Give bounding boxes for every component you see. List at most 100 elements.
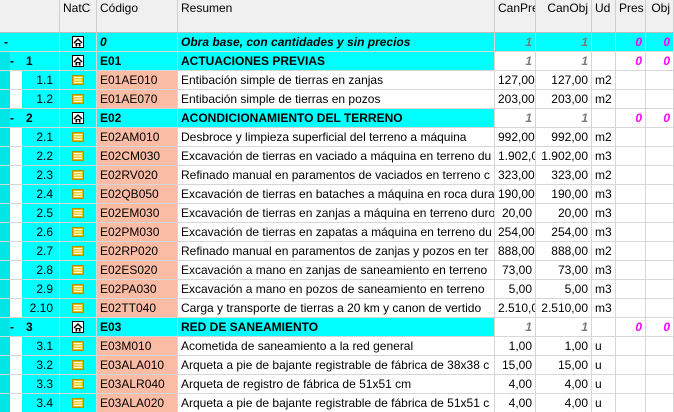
table-row[interactable]: 2.1 E02AM010 Desbroce y limpieza superfici… (0, 128, 674, 147)
ud-cell[interactable] (592, 33, 616, 52)
table-row[interactable]: 2.9 E02PA030 Excavación a mano en pozos de… (0, 280, 674, 299)
code-cell[interactable]: E02 (97, 109, 178, 128)
canobj-cell[interactable]: 1,00 (536, 337, 592, 356)
canobj-cell[interactable]: 190,00 (536, 185, 592, 204)
code-cell[interactable]: E03 (97, 318, 178, 337)
collapse-icon[interactable]: - (10, 109, 14, 127)
pres-cell[interactable] (616, 375, 646, 394)
ud-cell[interactable] (592, 318, 616, 337)
tree-cell[interactable]: 2.3 (0, 166, 60, 185)
resumen-cell[interactable]: Excavación de tierras en bataches a máqu… (178, 185, 495, 204)
obj-cell[interactable] (646, 337, 674, 356)
canpres-cell[interactable]: 1.902,00 (495, 147, 536, 166)
obj-cell[interactable]: 0 (646, 33, 674, 52)
pres-cell[interactable] (616, 394, 646, 412)
header-resumen[interactable]: Resumen (178, 0, 495, 33)
canobj-cell[interactable]: 4,00 (536, 394, 592, 412)
obj-cell[interactable] (646, 71, 674, 90)
canpres-cell[interactable]: 73,00 (495, 261, 536, 280)
table-row[interactable]: 2.8 E02ES020 Excavación a mano en zanjas d… (0, 261, 674, 280)
canobj-cell[interactable]: 1 (536, 109, 592, 128)
table-row[interactable]: 2.2 E02CM030 Excavación de tierras en vaci… (0, 147, 674, 166)
resumen-cell[interactable]: ACONDICIONAMIENTO DEL TERRENO (178, 109, 495, 128)
pres-cell[interactable] (616, 71, 646, 90)
canobj-cell[interactable]: 254,00 (536, 223, 592, 242)
pres-cell[interactable] (616, 147, 646, 166)
canpres-cell[interactable]: 4,00 (495, 394, 536, 412)
obj-cell[interactable] (646, 356, 674, 375)
canobj-cell[interactable]: 323,00 (536, 166, 592, 185)
tree-cell[interactable]: 3.4 (0, 394, 60, 412)
code-cell[interactable]: E02EM030 (97, 204, 178, 223)
header-pres[interactable]: Pres (616, 0, 646, 33)
pres-cell[interactable] (616, 337, 646, 356)
canpres-cell[interactable]: 4,00 (495, 375, 536, 394)
canobj-cell[interactable]: 888,00 (536, 242, 592, 261)
canpres-cell[interactable]: 992,00 (495, 128, 536, 147)
root-row[interactable]: -0 Obra base, con cantidades y sin precio… (0, 33, 674, 52)
header-tree[interactable] (0, 0, 60, 33)
obj-cell[interactable]: 0 (646, 318, 674, 337)
obj-cell[interactable] (646, 261, 674, 280)
code-cell[interactable]: E02RV020 (97, 166, 178, 185)
tree-cell[interactable]: 1.2 (0, 90, 60, 109)
pres-cell[interactable] (616, 128, 646, 147)
pres-cell[interactable] (616, 299, 646, 318)
table-row[interactable]: 1.1 E01AE010 Entibación simple de tierras … (0, 71, 674, 90)
tree-cell[interactable]: - (0, 33, 60, 52)
resumen-cell[interactable]: Excavación de tierras en zanjas a máquin… (178, 204, 495, 223)
code-cell[interactable]: E01AE010 (97, 71, 178, 90)
code-cell[interactable]: E02PA030 (97, 280, 178, 299)
pres-cell[interactable]: 0 (616, 318, 646, 337)
obj-cell[interactable]: 0 (646, 109, 674, 128)
pres-cell[interactable] (616, 90, 646, 109)
collapse-icon[interactable]: - (10, 318, 14, 336)
resumen-cell[interactable]: Arqueta de registro de fábrica de 51x51 … (178, 375, 495, 394)
obj-cell[interactable] (646, 280, 674, 299)
obj-cell[interactable] (646, 204, 674, 223)
tree-cell[interactable]: 3.2 (0, 356, 60, 375)
chapter-row[interactable]: -1 E01 ACTUACIONES PREVIAS 1 1 0 0 (0, 52, 674, 71)
pres-cell[interactable]: 0 (616, 52, 646, 71)
code-cell[interactable]: E03ALA010 (97, 356, 178, 375)
header-natc[interactable]: NatC (60, 0, 97, 33)
pres-cell[interactable]: 0 (616, 109, 646, 128)
obj-cell[interactable] (646, 166, 674, 185)
ud-cell[interactable]: m2 (592, 166, 616, 185)
code-cell[interactable]: E02TT040 (97, 299, 178, 318)
ud-cell[interactable]: u (592, 337, 616, 356)
canobj-cell[interactable]: 1.902,00 (536, 147, 592, 166)
canobj-cell[interactable]: 127,00 (536, 71, 592, 90)
ud-cell[interactable]: m3 (592, 147, 616, 166)
header-ud[interactable]: Ud (592, 0, 616, 33)
resumen-cell[interactable]: Excavación de tierras en zapatas a máqui… (178, 223, 495, 242)
canpres-cell[interactable]: 1,00 (495, 337, 536, 356)
tree-cell[interactable]: -3 (0, 318, 60, 337)
canobj-cell[interactable]: 1 (536, 52, 592, 71)
resumen-cell[interactable]: Excavación a mano en zanjas de saneamien… (178, 261, 495, 280)
canobj-cell[interactable]: 73,00 (536, 261, 592, 280)
obj-cell[interactable] (646, 223, 674, 242)
resumen-cell[interactable]: Carga y transporte de tierras a 20 km y … (178, 299, 495, 318)
canpres-cell[interactable]: 1 (495, 52, 536, 71)
tree-cell[interactable]: 2.5 (0, 204, 60, 223)
header-canpres[interactable]: CanPres (495, 0, 536, 33)
ud-cell[interactable]: m2 (592, 242, 616, 261)
table-row[interactable]: 2.5 E02EM030 Excavación de tierras en zanj… (0, 204, 674, 223)
table-row[interactable]: 3.1 E03M010 Acometida de saneamiento a la … (0, 337, 674, 356)
tree-cell[interactable]: 2.6 (0, 223, 60, 242)
tree-cell[interactable]: 2.2 (0, 147, 60, 166)
tree-cell[interactable]: 2.10 (0, 299, 60, 318)
obj-cell[interactable] (646, 394, 674, 412)
canobj-cell[interactable]: 2.510,00 (536, 299, 592, 318)
ud-cell[interactable]: u (592, 375, 616, 394)
obj-cell[interactable]: 0 (646, 52, 674, 71)
tree-cell[interactable]: -1 (0, 52, 60, 71)
resumen-cell[interactable]: Entibación simple de tierras en pozos (178, 90, 495, 109)
canpres-cell[interactable]: 1 (495, 109, 536, 128)
code-cell[interactable]: E02PM030 (97, 223, 178, 242)
ud-cell[interactable]: m3 (592, 261, 616, 280)
table-row[interactable]: 2.10 E02TT040 Carga y transporte de tierra… (0, 299, 674, 318)
resumen-cell[interactable]: Refinado manual en paramentos de zanjas … (178, 242, 495, 261)
canobj-cell[interactable]: 15,00 (536, 356, 592, 375)
